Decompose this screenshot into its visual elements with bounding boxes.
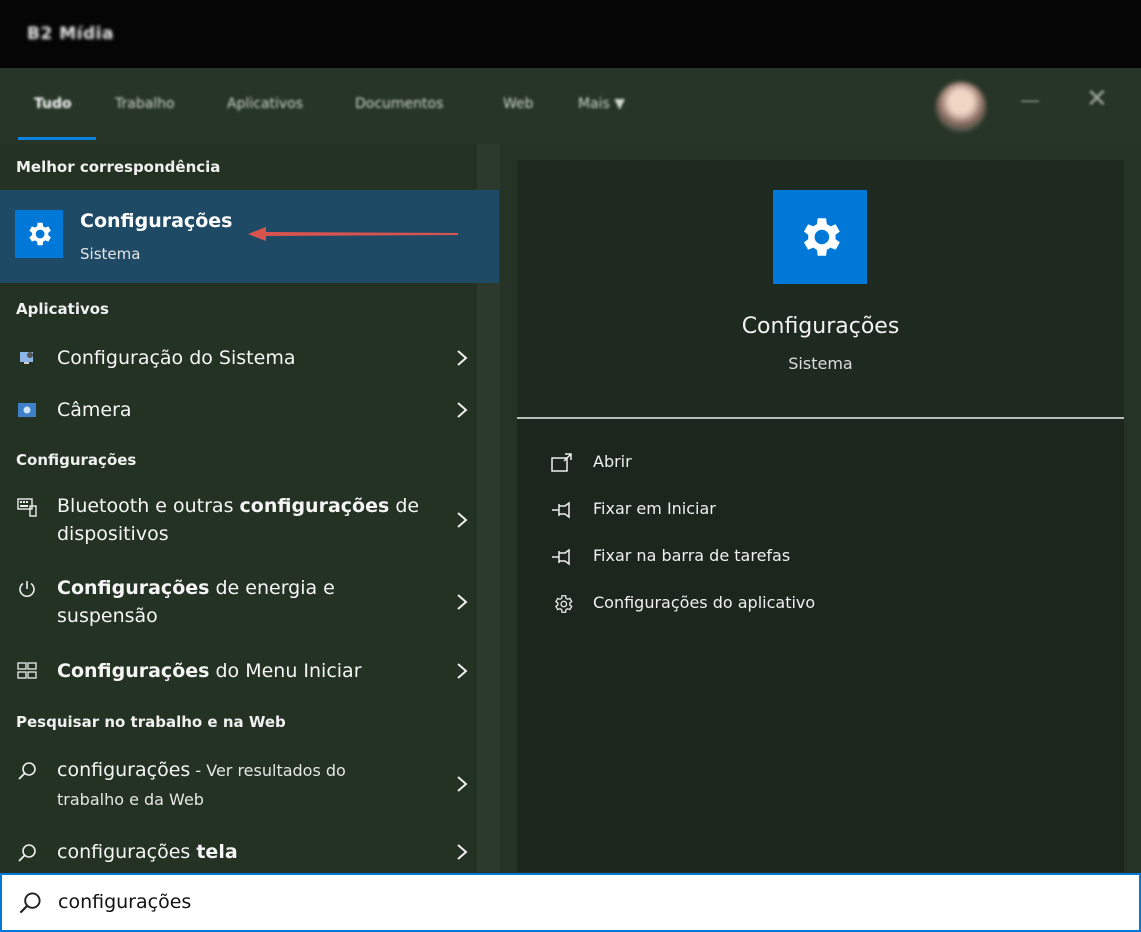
pin-icon	[552, 501, 570, 519]
label-suffix: - Ver resultados do	[190, 761, 346, 780]
action-label: Fixar em Iniciar	[593, 499, 716, 518]
best-match-item[interactable]: Configurações Sistema	[0, 190, 499, 283]
list-item-label: Configurações do Menu Iniciar	[57, 657, 447, 685]
camera-icon	[16, 399, 38, 421]
keyboard-icon	[16, 496, 38, 518]
label-text: configurações	[57, 841, 197, 863]
close-icon[interactable]: ✕	[1086, 84, 1108, 114]
search-input[interactable]: configurações	[0, 873, 1141, 932]
action-open[interactable]: Abrir	[551, 450, 1071, 480]
label-text: de energia e	[209, 577, 335, 599]
avatar[interactable]	[936, 82, 986, 132]
search-window: Tudo Trabalho Aplicativos Documentos Web…	[0, 68, 1141, 932]
tab-trabalho[interactable]: Trabalho	[115, 96, 175, 112]
tab-mais[interactable]: Mais ▼	[578, 96, 625, 112]
title-bar: B2 Mídia	[0, 0, 1141, 68]
search-query[interactable]: configurações	[58, 891, 191, 913]
list-item-system-config[interactable]: Configuração do Sistema	[0, 344, 478, 374]
list-item-label: Bluetooth e outras configurações de dispo…	[57, 492, 447, 548]
settings-header: Configurações	[16, 451, 137, 469]
label-text: de	[389, 495, 420, 517]
action-label: Configurações do aplicativo	[593, 593, 816, 612]
list-item-web-search[interactable]: configurações - Ver resultados do trabalh…	[0, 756, 478, 812]
label-line2: suspensão	[57, 605, 158, 627]
start-menu-icon	[16, 660, 38, 682]
gear-icon	[555, 595, 573, 613]
best-match-subtitle: Sistema	[80, 245, 141, 263]
search-icon	[16, 842, 38, 864]
label-bold: configurações	[239, 495, 390, 517]
search-icon	[19, 892, 41, 914]
web-search-header: Pesquisar no trabalho e na Web	[16, 713, 286, 731]
action-pin-taskbar[interactable]: Fixar na barra de tarefas	[551, 544, 1071, 574]
list-item-bluetooth[interactable]: Bluetooth e outras configurações de dispo…	[0, 492, 478, 550]
detail-panel: Configurações Sistema Abrir Fixar em Ini…	[517, 160, 1124, 872]
chevron-right-icon[interactable]	[455, 592, 469, 612]
chevron-right-icon[interactable]	[455, 510, 469, 530]
search-icon	[16, 760, 38, 782]
label-text: Bluetooth e outras	[57, 495, 240, 517]
tab-bar: Tudo Trabalho Aplicativos Documentos Web…	[0, 68, 1141, 144]
open-icon	[551, 453, 572, 472]
list-item-label: Configurações de energia e suspensão	[57, 574, 447, 630]
apps-header: Aplicativos	[16, 300, 109, 318]
label-bold: tela	[196, 841, 238, 863]
chevron-right-icon[interactable]	[455, 842, 469, 862]
list-item-web-search-tela[interactable]: configurações tela	[0, 838, 478, 868]
divider	[517, 417, 1124, 419]
active-tab-indicator	[18, 137, 96, 140]
pin-taskbar-icon	[552, 548, 570, 566]
tab-web[interactable]: Web	[503, 96, 534, 112]
label-text: do Menu Iniciar	[209, 660, 362, 682]
list-item-start-menu[interactable]: Configurações do Menu Iniciar	[0, 657, 478, 687]
chevron-right-icon[interactable]	[455, 661, 469, 681]
label-bold: Configurações	[57, 660, 210, 682]
list-item-label: configurações tela	[57, 838, 447, 866]
settings-gear-icon	[15, 210, 63, 258]
best-match-title: Configurações	[80, 210, 233, 232]
brand-label: B2 Mídia	[27, 24, 114, 44]
action-label: Fixar na barra de tarefas	[593, 546, 791, 565]
list-item-power[interactable]: Configurações de energia e suspensão	[0, 574, 478, 632]
settings-gear-icon	[773, 190, 867, 284]
label-line2: trabalho e da Web	[57, 790, 204, 809]
list-item-label: configurações - Ver resultados do trabalh…	[57, 756, 447, 814]
detail-title: Configurações	[741, 314, 900, 339]
label-bold: Configurações	[57, 577, 210, 599]
power-icon	[16, 578, 38, 600]
system-config-icon	[16, 347, 38, 369]
chevron-right-icon[interactable]	[455, 400, 469, 420]
action-app-settings[interactable]: Configurações do aplicativo	[551, 591, 1071, 621]
label-line2: dispositivos	[57, 523, 169, 545]
more-options-icon[interactable]: —	[1020, 88, 1040, 112]
tab-aplicativos[interactable]: Aplicativos	[227, 96, 303, 112]
action-label: Abrir	[593, 452, 632, 471]
chevron-right-icon[interactable]	[455, 348, 469, 368]
list-item-label: Configuração do Sistema	[57, 347, 296, 369]
tab-documentos[interactable]: Documentos	[355, 96, 443, 112]
tab-tudo[interactable]: Tudo	[34, 96, 72, 112]
annotation-arrow	[248, 227, 458, 241]
detail-subtitle: Sistema	[788, 354, 853, 373]
list-item-camera[interactable]: Câmera	[0, 396, 478, 426]
best-match-header: Melhor correspondência	[16, 158, 221, 176]
label-text: configurações	[57, 759, 191, 781]
list-item-label: Câmera	[57, 399, 132, 421]
chevron-right-icon[interactable]	[455, 774, 469, 794]
action-pin-start[interactable]: Fixar em Iniciar	[551, 497, 1071, 527]
